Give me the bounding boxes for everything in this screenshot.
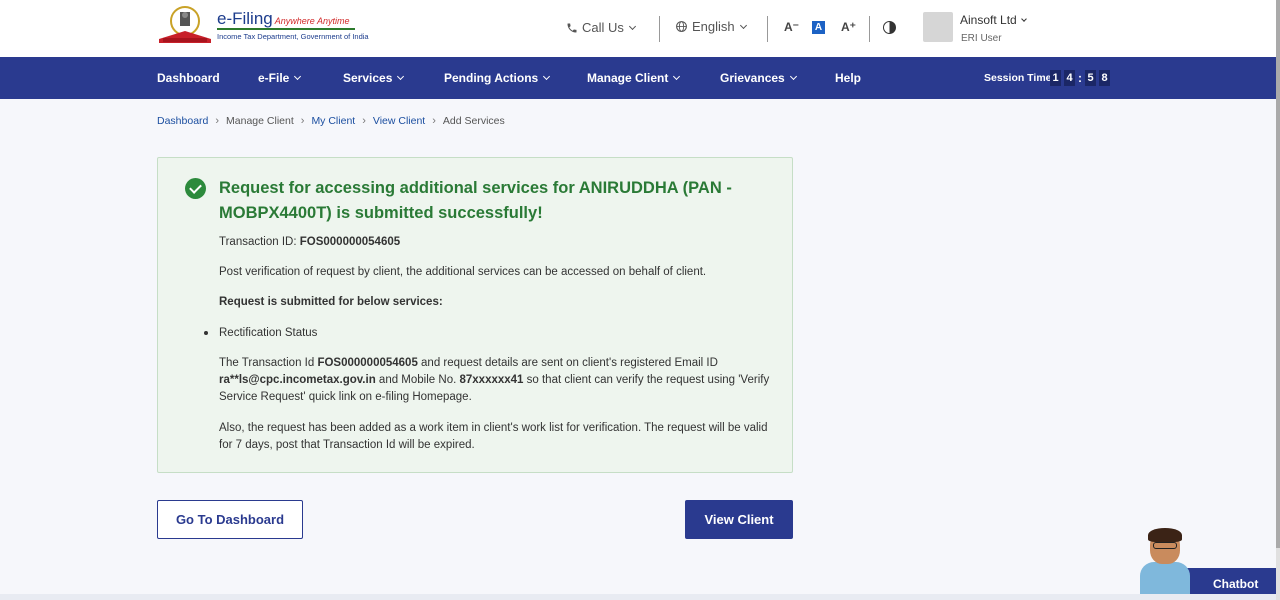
- chevron-down-icon: [397, 72, 405, 81]
- font-decrease-button[interactable]: A⁻: [784, 20, 799, 34]
- globe-icon: [676, 21, 687, 32]
- emblem-icon: [159, 6, 211, 43]
- brand-underline: [217, 28, 355, 30]
- services-heading: Request is submitted for below services:: [219, 296, 443, 308]
- transaction-id-label: Transaction ID:: [219, 236, 300, 248]
- view-client-button[interactable]: View Client: [685, 500, 793, 539]
- contrast-toggle-icon[interactable]: [883, 21, 896, 34]
- chevron-down-icon: [1020, 15, 1027, 22]
- avatar[interactable]: [923, 12, 953, 42]
- details-part: and Mobile No.: [375, 374, 460, 386]
- footer-strip: [0, 594, 1276, 600]
- nav-efile[interactable]: e-File: [258, 71, 302, 85]
- nav-label: Dashboard: [157, 71, 220, 85]
- nav-label: e-File: [258, 71, 290, 85]
- nav-label: Pending Actions: [444, 71, 539, 85]
- breadcrumb: Dashboard › Manage Client › My Client › …: [157, 115, 505, 127]
- nav-dashboard[interactable]: Dashboard: [157, 71, 220, 85]
- chatbot-avatar-glasses: [1153, 542, 1177, 549]
- user-role: ERI User: [961, 33, 1002, 44]
- brand-subtitle: Income Tax Department, Government of Ind…: [217, 32, 369, 41]
- details-txn-id: FOS000000054605: [317, 357, 418, 369]
- details-part: and request details are sent on client's…: [417, 357, 718, 369]
- efiling-logo[interactable]: e-Filing Anywhere Anytime Income Tax Depa…: [157, 5, 369, 47]
- breadcrumb-separator-icon: ›: [215, 115, 220, 127]
- header-divider: [767, 16, 768, 42]
- session-timer: 1 4 : 5 8: [1050, 70, 1110, 86]
- phone-icon: [567, 23, 577, 32]
- details-mobile: 87xxxxxx41: [459, 374, 524, 386]
- session-time-label: Session Time: [984, 72, 1052, 84]
- main-nav: Dashboard e-File Services Pending Action…: [0, 57, 1276, 99]
- user-name: Ainsoft Ltd: [960, 13, 1017, 27]
- font-normal-button[interactable]: A: [812, 21, 825, 34]
- timer-colon: :: [1078, 71, 1082, 85]
- transaction-id-line: Transaction ID: FOS000000054605: [219, 234, 779, 251]
- work-item-note: Also, the request has been added as a wo…: [219, 422, 768, 451]
- success-card: Request for accessing additional service…: [157, 157, 793, 473]
- chevron-down-icon: [673, 72, 681, 81]
- post-verification-text: Post verification of request by client, …: [219, 266, 707, 278]
- breadcrumb-separator-icon: ›: [300, 115, 305, 127]
- breadcrumb-dashboard[interactable]: Dashboard: [157, 115, 208, 127]
- nav-grievances[interactable]: Grievances: [720, 71, 797, 85]
- go-to-dashboard-button[interactable]: Go To Dashboard: [157, 500, 303, 539]
- chatbot-widget[interactable]: Chatbot: [1138, 528, 1276, 598]
- call-us-label: Call Us: [582, 20, 624, 35]
- chevron-down-icon: [543, 72, 551, 81]
- timer-digit: 8: [1099, 70, 1110, 86]
- timer-digit: 4: [1064, 70, 1075, 86]
- nav-label: Services: [343, 71, 393, 85]
- chatbot-avatar-hair: [1148, 528, 1182, 542]
- language-label: English: [692, 19, 735, 34]
- details-email: ra**ls@cpc.incometax.gov.in: [219, 374, 376, 386]
- chatbot-avatar-body: [1140, 562, 1190, 598]
- nav-label: Manage Client: [587, 71, 669, 85]
- success-title: Request for accessing additional service…: [219, 179, 732, 222]
- brand-name: e-Filing: [217, 9, 273, 28]
- breadcrumb-separator-icon: ›: [362, 115, 366, 127]
- details-part: The Transaction Id: [219, 357, 318, 369]
- nav-services[interactable]: Services: [343, 71, 405, 85]
- chevron-down-icon: [628, 22, 636, 30]
- top-header: e-Filing Anywhere Anytime Income Tax Depa…: [0, 0, 1276, 57]
- breadcrumb-view-client[interactable]: View Client: [373, 115, 425, 127]
- user-menu[interactable]: Ainsoft Ltd: [960, 13, 1027, 27]
- nav-label: Grievances: [720, 71, 785, 85]
- timer-digit: 1: [1050, 70, 1061, 86]
- scrollbar-thumb[interactable]: [1276, 0, 1280, 548]
- chatbot-label: Chatbot: [1213, 577, 1259, 591]
- nav-label: Help: [835, 71, 862, 85]
- details-text: The Transaction Id FOS000000054605 and r…: [219, 355, 779, 406]
- language-dropdown[interactable]: English: [675, 19, 747, 34]
- chevron-down-icon: [294, 72, 302, 81]
- chevron-down-icon: [739, 21, 747, 29]
- success-check-icon: [185, 178, 206, 199]
- transaction-id-value: FOS000000054605: [299, 236, 401, 248]
- breadcrumb-add-services: Add Services: [442, 115, 505, 127]
- chevron-down-icon: [789, 72, 797, 81]
- font-increase-button[interactable]: A⁺: [841, 20, 856, 34]
- nav-help[interactable]: Help: [835, 71, 861, 85]
- brand-tagline: Anywhere Anytime: [274, 16, 350, 26]
- breadcrumb-separator-icon: ›: [432, 115, 436, 127]
- header-divider: [659, 16, 660, 42]
- breadcrumb-manage-client: Manage Client: [226, 115, 294, 127]
- nav-pending-actions[interactable]: Pending Actions: [444, 71, 551, 85]
- breadcrumb-my-client[interactable]: My Client: [311, 115, 355, 127]
- service-item: Rectification Status: [219, 327, 318, 339]
- call-us-dropdown[interactable]: Call Us: [566, 20, 636, 35]
- bullet-icon: [204, 331, 208, 335]
- timer-digit: 5: [1085, 70, 1096, 86]
- nav-manage-client[interactable]: Manage Client: [587, 71, 681, 85]
- header-divider: [869, 16, 870, 42]
